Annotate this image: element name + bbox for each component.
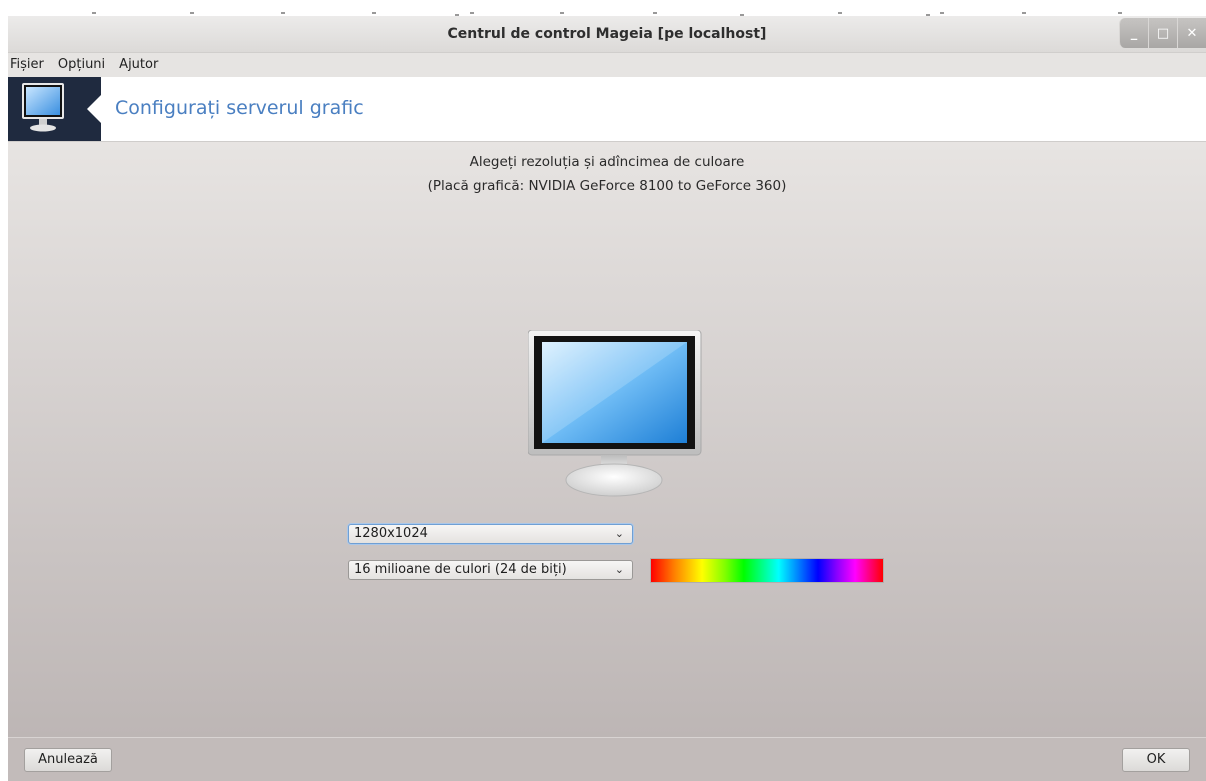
menu-file[interactable]: Fișier	[10, 57, 44, 72]
cancel-button[interactable]: Anulează	[24, 748, 112, 772]
dialog-footer: Anulează OK	[8, 737, 1206, 781]
menu-help[interactable]: Ajutor	[119, 57, 158, 72]
window-title: Centrul de control Mageia [pe localhost]	[447, 26, 767, 42]
chevron-down-icon: ⌄	[614, 527, 624, 540]
menu-bar: Fișier Opțiuni Ajutor	[8, 53, 1206, 75]
banner-icon-area	[8, 77, 101, 141]
page-title: Configurați serverul grafic	[115, 97, 364, 119]
header-banner: Configurați serverul grafic	[8, 77, 1206, 142]
minimize-button[interactable]: _	[1119, 18, 1148, 48]
color-spectrum-preview	[650, 558, 884, 583]
application-window: Centrul de control Mageia [pe localhost]…	[8, 16, 1206, 781]
instruction-heading: Alegeți rezoluția și adîncimea de culoar…	[469, 154, 745, 170]
ok-button[interactable]: OK	[1122, 748, 1190, 772]
maximize-button[interactable]: □	[1148, 18, 1177, 48]
monitor-icon	[528, 330, 702, 497]
resolution-value: 1280x1024	[354, 526, 428, 541]
resolution-select[interactable]: 1280x1024 ⌄	[348, 524, 633, 544]
title-bar[interactable]: Centrul de control Mageia [pe localhost]…	[8, 16, 1206, 53]
color-depth-select[interactable]: 16 milioane de culori (24 de biți) ⌄	[348, 560, 633, 580]
close-button[interactable]: ✕	[1177, 18, 1206, 48]
banner-arrow-decoration	[87, 95, 101, 123]
color-depth-value: 16 milioane de culori (24 de biți)	[354, 562, 567, 577]
graphics-card-info: (Placă grafică: NVIDIA GeForce 8100 to G…	[427, 178, 787, 194]
chevron-down-icon: ⌄	[614, 563, 624, 576]
window-controls: _ □ ✕	[1119, 18, 1206, 48]
main-content: Alegeți rezoluția și adîncimea de culoar…	[8, 142, 1206, 737]
menu-options[interactable]: Opțiuni	[58, 57, 105, 72]
